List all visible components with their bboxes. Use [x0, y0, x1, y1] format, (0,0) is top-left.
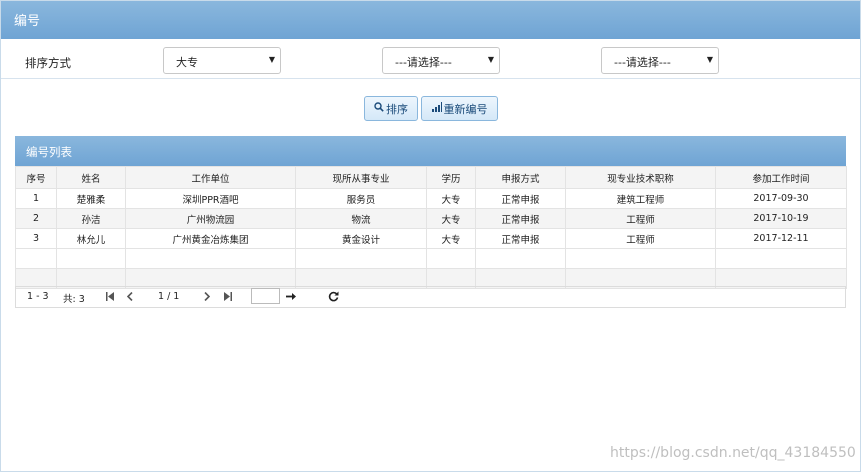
filter-select-2-value: ---请选择--- [395, 56, 452, 69]
table-row[interactable]: 1 楚雅柔 深圳PPR酒吧 服务员 大专 正常申报 建筑工程师 2017-09-… [15, 188, 847, 209]
table-cell: 正常申报 [475, 208, 566, 229]
table-cell: 深圳PPR酒吧 [125, 188, 296, 209]
column-header[interactable]: 现所从事专业 [295, 166, 427, 189]
table-cell: 广州物流园 [125, 208, 296, 229]
sort-label: 排序方式 [25, 56, 71, 70]
watermark: https://blog.csdn.net/qq_43184550 [610, 445, 856, 461]
table-row[interactable]: 2 孙洁 广州物流园 物流 大专 正常申报 工程师 2017-10-19 [15, 208, 847, 229]
table-cell: 工程师 [565, 228, 716, 249]
column-header[interactable]: 参加工作时间 [715, 166, 847, 189]
table-cell: 正常申报 [475, 228, 566, 249]
renumber-button[interactable]: 重新编号 [421, 96, 498, 121]
table-cell: 大专 [426, 188, 476, 209]
filter-select-3[interactable]: ---请选择--- ▼ [601, 47, 719, 74]
sort-select[interactable]: 大专 ▼ [163, 47, 281, 74]
filter-select-2[interactable]: ---请选择--- ▼ [382, 47, 500, 74]
next-page-icon[interactable] [204, 291, 211, 304]
table-cell: 1 [15, 188, 57, 209]
column-header[interactable]: 序号 [15, 166, 57, 189]
table-cell: 大专 [426, 208, 476, 229]
number-list-table: 序号 姓名 工作单位 现所从事专业 学历 申报方式 现专业技术职称 参加工作时间… [15, 166, 847, 289]
table-cell: 2 [15, 208, 57, 229]
first-page-icon[interactable] [106, 292, 114, 304]
title-bar: 编号 [1, 1, 860, 39]
sort-button[interactable]: 排序 [364, 96, 418, 121]
empty-row [15, 248, 847, 269]
table-cell: 建筑工程师 [565, 188, 716, 209]
table-cell: 孙洁 [56, 208, 126, 229]
filter-row: 排序方式 大专 ▼ ---请选择--- ▼ ---请选择--- ▼ [1, 40, 860, 79]
column-header[interactable]: 申报方式 [475, 166, 566, 189]
table-header-row: 序号 姓名 工作单位 现所从事专业 学历 申报方式 现专业技术职称 参加工作时间 [15, 166, 847, 189]
search-icon [374, 102, 384, 115]
last-page-icon[interactable] [224, 292, 232, 304]
column-header[interactable]: 学历 [426, 166, 476, 189]
table-cell: 工程师 [565, 208, 716, 229]
record-total: 共: 3 [63, 294, 85, 305]
list-panel-header: 编号列表 [15, 136, 846, 166]
table-cell: 物流 [295, 208, 427, 229]
column-header[interactable]: 现专业技术职称 [565, 166, 716, 189]
table-cell: 大专 [426, 228, 476, 249]
table-cell: 黄金设计 [295, 228, 427, 249]
list-panel-title: 编号列表 [26, 145, 72, 159]
table-cell: 服务员 [295, 188, 427, 209]
column-header[interactable]: 姓名 [56, 166, 126, 189]
filter-select-3-value: ---请选择--- [614, 56, 671, 69]
table-row[interactable]: 3 林允儿 广州黄金冶炼集团 黄金设计 大专 正常申报 工程师 2017-12-… [15, 228, 847, 249]
signal-bars-icon [431, 102, 442, 115]
sort-select-value: 大专 [176, 56, 198, 69]
table-cell: 2017-10-19 [715, 208, 847, 229]
table-cell: 正常申报 [475, 188, 566, 209]
column-header[interactable]: 工作单位 [125, 166, 296, 189]
table-cell: 林允儿 [56, 228, 126, 249]
table-cell: 3 [15, 228, 57, 249]
table-cell: 楚雅柔 [56, 188, 126, 209]
chevron-down-icon: ▼ [706, 55, 713, 64]
refresh-icon[interactable] [328, 291, 339, 305]
page-indicator: 1 / 1 [158, 291, 180, 302]
page-title: 编号 [14, 14, 41, 29]
table-cell: 广州黄金冶炼集团 [125, 228, 296, 249]
pager: 1 - 3 共: 3 1 / 1 [15, 286, 846, 308]
renumber-button-label: 重新编号 [443, 102, 488, 116]
go-arrow-icon[interactable] [286, 292, 296, 304]
prev-page-icon[interactable] [126, 291, 133, 304]
table-cell: 2017-09-30 [715, 188, 847, 209]
page-number-input[interactable] [251, 288, 280, 304]
chevron-down-icon: ▼ [268, 55, 275, 64]
chevron-down-icon: ▼ [487, 55, 494, 64]
sort-button-label: 排序 [386, 102, 408, 116]
record-range: 1 - 3 [27, 291, 49, 302]
table-cell: 2017-12-11 [715, 228, 847, 249]
